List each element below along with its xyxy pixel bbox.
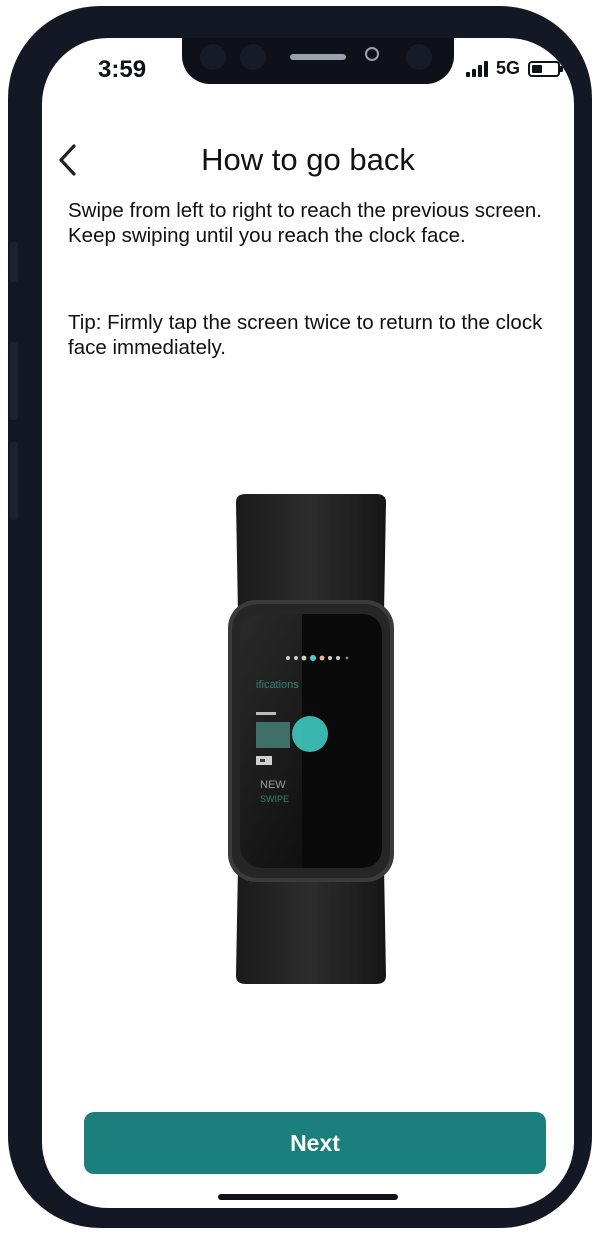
page-title: How to go back	[201, 142, 415, 177]
battery-fill	[532, 64, 542, 73]
network-type: 5G	[495, 58, 520, 78]
mute-switch	[10, 242, 18, 282]
bottom-strap	[236, 866, 386, 984]
battery-cap	[560, 65, 563, 72]
volume-down-button	[10, 442, 18, 520]
touch-indicator	[292, 716, 328, 752]
sensor-dot	[200, 44, 226, 70]
notifications-label: ifications	[256, 679, 299, 691]
phone-screen: 3:59 5G How to go back Swipe from left t…	[42, 38, 574, 1208]
home-indicator[interactable]	[218, 1194, 398, 1200]
status-icons: 5G	[465, 58, 563, 79]
battery-icon	[528, 60, 563, 77]
top-strap	[236, 494, 386, 614]
signal-icon	[465, 60, 488, 77]
notch	[182, 38, 454, 84]
next-button[interactable]: Next	[84, 1112, 546, 1174]
volume-up-button	[10, 342, 18, 420]
sensor-dot	[240, 44, 266, 70]
new-label: NEW	[260, 779, 286, 791]
earpiece-speaker	[290, 54, 346, 60]
tip-text: Tip: Firmly tap the screen twice to retu…	[68, 311, 543, 359]
fitness-tracker-illustration: ifications NEW SWIPE	[228, 494, 394, 984]
instruction-text: Swipe from left to right to reach the pr…	[68, 199, 543, 247]
sensor-dot	[406, 44, 432, 70]
phone-frame: 3:59 5G How to go back Swipe from left t…	[8, 6, 592, 1228]
swipe-label: SWIPE	[260, 794, 289, 804]
status-time: 3:59	[98, 56, 147, 83]
front-camera	[365, 47, 379, 61]
